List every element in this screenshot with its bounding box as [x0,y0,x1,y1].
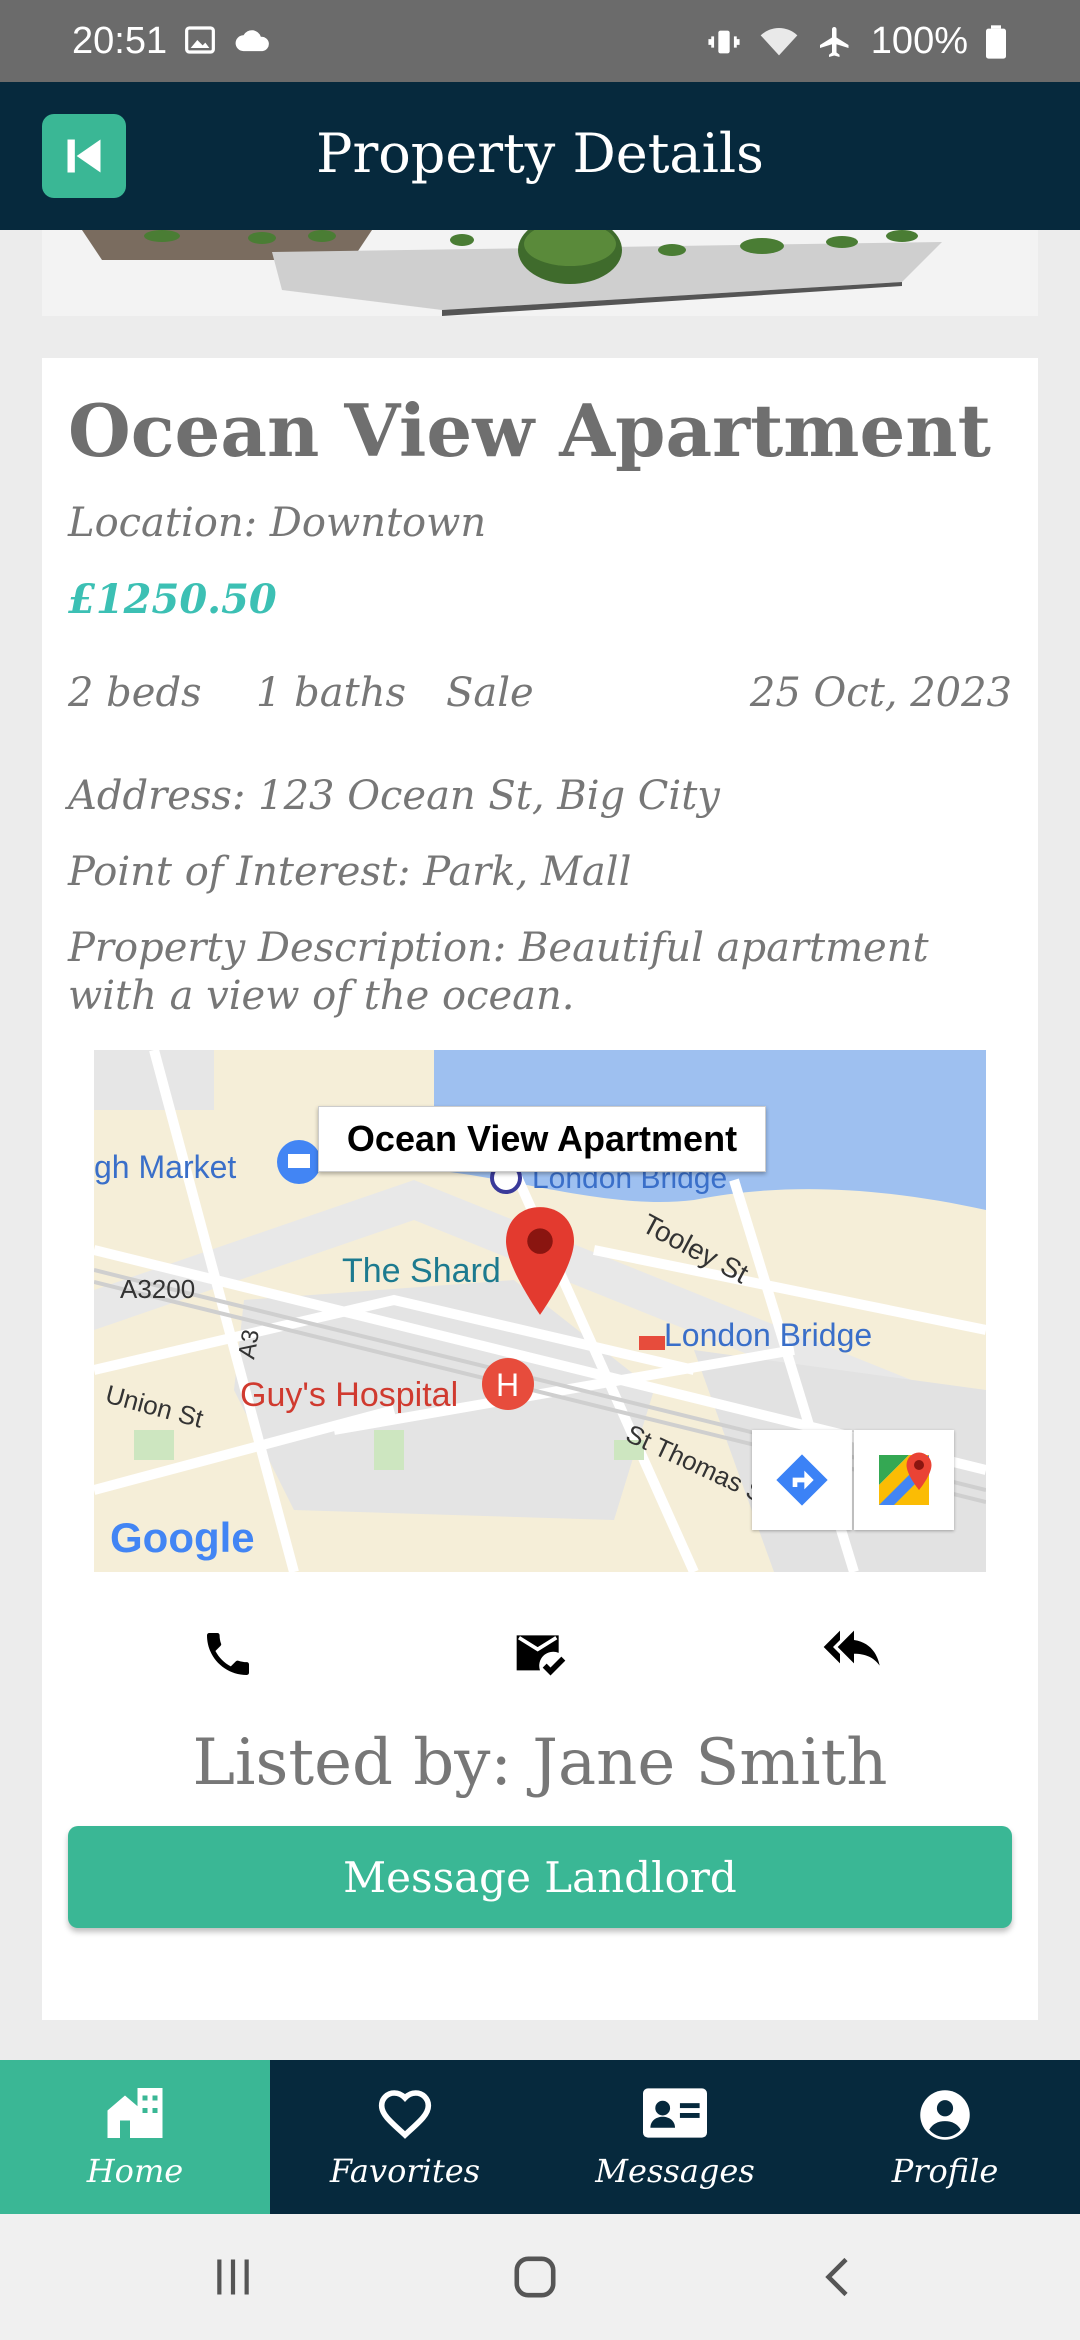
reply-all-icon[interactable] [820,1626,888,1682]
open-google-maps-button[interactable] [854,1430,954,1530]
property-location: Location: Downtown [68,500,487,546]
page-title: Property Details [316,122,764,185]
nav-item-home[interactable]: Home [0,2060,270,2214]
nav-label-messages: Messages [595,2152,755,2190]
bottom-nav: Home Favorites Messages Profile [0,2060,1080,2214]
contact-card-icon [643,2088,707,2138]
recent-apps-icon[interactable] [212,2256,254,2298]
map-directions-button[interactable] [752,1430,852,1530]
nav-label-home: Home [86,2152,184,2190]
status-time: 20:51 [72,20,168,62]
mark-email-read-icon[interactable] [510,1626,570,1682]
cloud-icon [235,30,269,52]
google-logo: Google [110,1514,255,1561]
map-label-hospital: Guy's Hospital [240,1376,458,1414]
account-circle-icon [920,2090,970,2140]
home-icon [107,2088,163,2138]
home-button-icon[interactable] [512,2254,558,2300]
property-card: Ocean View Apartment Location: Downtown … [42,358,1038,2020]
wifi-icon [760,27,798,55]
property-image [42,230,1038,316]
image-icon [185,26,215,54]
map-label-shard: The Shard [342,1252,501,1290]
battery-percent: 100% [870,20,968,62]
directions-icon [776,1454,828,1506]
listing-date: 25 Oct, 2023 [749,670,1012,716]
status-right-icons: 100% [707,20,1006,63]
nav-label-profile: Profile [891,2152,999,2190]
map-info-window: Ocean View Apartment [318,1106,766,1172]
nav-item-messages[interactable]: Messages [540,2060,810,2214]
map-label-a3: A3 [233,1327,265,1361]
svg-text:H: H [496,1367,519,1403]
nav-item-favorites[interactable]: Favorites [270,2060,540,2214]
status-bar: 20:51 100% [0,0,1080,82]
property-address: Address: 123 Ocean St, Big City [68,773,720,819]
property-type: Sale [446,670,534,716]
map-marker-icon[interactable] [506,1206,574,1316]
property-baths: 1 baths [256,670,406,716]
property-photo [42,230,1038,316]
property-price: £1250.50 [68,576,277,623]
property-description: Property Description: Beautiful apartmen… [68,925,929,1019]
message-landlord-button[interactable]: Message Landlord [68,1826,1012,1928]
listed-by: Listed by: Jane Smith [192,1726,888,1800]
back-nav-icon[interactable] [818,2254,860,2300]
nav-item-profile[interactable]: Profile [810,2060,1080,2214]
phone-icon[interactable] [200,1626,256,1682]
status-left-icons [184,24,272,56]
map-label-market: gh Market [94,1149,236,1185]
location-map[interactable]: gh Market London Bridge Tooley St A3200 … [94,1050,986,1572]
nav-label-favorites: Favorites [329,2152,481,2190]
system-nav-bar [0,2214,1080,2340]
app-bar: Property Details [0,82,1080,230]
property-poi: Point of Interest: Park, Mall [68,849,632,895]
property-beds: 2 beds [68,670,202,716]
map-label-station: London Bridge [664,1317,872,1353]
battery-icon [986,24,1006,59]
airplane-icon [819,26,849,57]
map-label-a3200: A3200 [120,1274,195,1304]
vibrate-icon [708,30,740,53]
google-maps-icon [879,1452,932,1505]
property-title: Ocean View Apartment [68,388,991,473]
heart-icon [378,2090,432,2139]
